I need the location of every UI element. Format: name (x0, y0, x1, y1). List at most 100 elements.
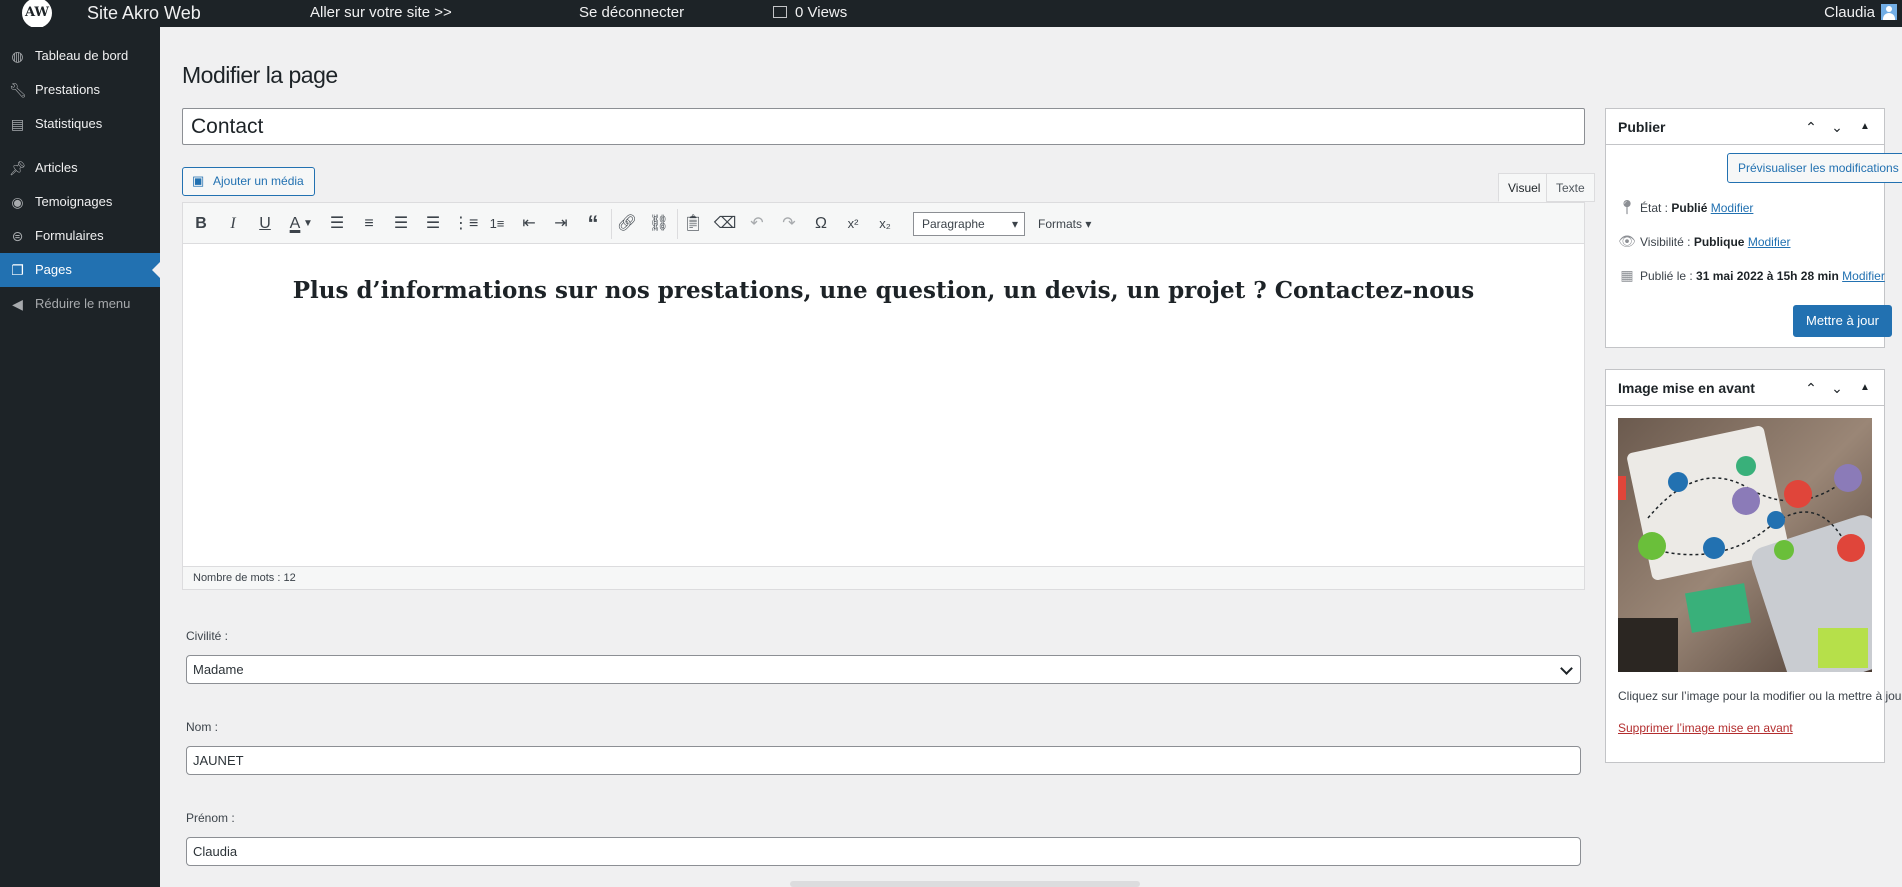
prenom-input[interactable]: Claudia (186, 837, 1581, 866)
views-icon (773, 6, 787, 18)
redo-icon[interactable]: ↷ (777, 213, 801, 235)
add-media-button[interactable]: ▣ Ajouter un média (182, 167, 315, 196)
views-label: 0 Views (795, 4, 848, 21)
align-center-icon[interactable]: ≡ (357, 213, 381, 235)
featured-image-box: Image mise en avant ⌃ ⌄ ▲ Cliquez sur l’… (1605, 369, 1902, 763)
publish-box-header: Publier ⌃ ⌄ ▲ (1606, 109, 1884, 145)
tab-visual[interactable]: Visuel (1498, 173, 1551, 202)
remove-featured-image-link[interactable]: Supprimer l’image mise en avant (1618, 721, 1793, 735)
subscript-icon[interactable]: x₂ (873, 213, 897, 235)
horizontal-scrollbar[interactable] (790, 881, 1140, 887)
move-down-icon[interactable]: ⌄ (1828, 118, 1846, 136)
sidebar-item-formulaires[interactable]: ⊜ Formulaires (0, 219, 160, 253)
sidebar-item-pages[interactable]: ❐ Pages (0, 253, 160, 287)
nom-input[interactable]: JAUNET (186, 746, 1581, 775)
collapse-icon: ◀ (12, 296, 23, 312)
sidebar-item-label: Formulaires (35, 228, 104, 243)
superscript-icon[interactable]: x² (841, 213, 865, 235)
toggle-panel-icon[interactable]: ▲ (1856, 118, 1874, 136)
sidebar-item-label: Prestations (35, 82, 101, 97)
visibility-row: 👁︎ Visibilité : Publique Modifier (1618, 233, 1791, 250)
publish-box-title: Publier (1618, 119, 1666, 135)
page-title: Modifier la page (182, 62, 338, 88)
toggle-panel-icon[interactable]: ▲ (1856, 379, 1874, 397)
sidebar-item-label: Réduire le menu (35, 296, 131, 311)
status-label: État : (1640, 201, 1672, 215)
align-right-icon[interactable]: ☰ (389, 213, 413, 235)
editor-content-area[interactable]: Plus d’informations sur nos prestations,… (183, 245, 1584, 545)
site-logo-icon[interactable]: AW (20, 0, 54, 30)
move-down-icon[interactable]: ⌄ (1828, 379, 1846, 397)
featured-image-thumbnail[interactable] (1618, 418, 1872, 672)
justify-icon[interactable]: ☰ (421, 213, 445, 235)
nom-label: Nom : (186, 720, 219, 734)
sidebar-item-label: Pages (35, 262, 72, 277)
featured-image-header: Image mise en avant ⌃ ⌄ ▲ (1606, 370, 1884, 406)
logout-link[interactable]: Se déconnecter (579, 0, 684, 27)
link-icon[interactable]: 🔗︎ (615, 213, 639, 235)
move-up-icon[interactable]: ⌃ (1802, 379, 1820, 397)
word-count: Nombre de mots : 12 (183, 566, 1584, 589)
user-menu[interactable]: Claudia (1824, 0, 1897, 27)
clear-formatting-icon[interactable]: ⌫ (713, 213, 737, 235)
avatar-icon (1881, 4, 1897, 20)
bold-icon[interactable]: B (189, 213, 213, 235)
content-editor: B I U A ▼ ☰ ≡ ☰ ☰ ⋮≡ 1≡ ⇤ ⇥ “ 🔗︎ ⛓︎ 📋︎ ⌫… (182, 202, 1585, 590)
eye-icon: 👁︎ (1618, 233, 1636, 249)
views-counter[interactable]: 0 Views (773, 0, 847, 27)
add-media-label: Ajouter un média (213, 174, 304, 188)
collapse-menu-button[interactable]: ◀ Réduire le menu (0, 287, 160, 321)
pages-icon: ❐ (11, 262, 24, 278)
pin-icon: 📌︎ (9, 160, 27, 176)
published-date-row: ▦ Publié le : 31 mai 2022 à 15h 28 min Mo… (1618, 267, 1885, 284)
text-color-dropdown-icon[interactable]: ▼ (301, 213, 315, 235)
tab-text[interactable]: Texte (1546, 173, 1595, 202)
formats-menu[interactable]: Formats ▾ (1038, 213, 1091, 235)
civilite-select[interactable]: Madame (186, 655, 1581, 684)
sidebar-item-label: Articles (35, 160, 78, 175)
site-name-link[interactable]: Site Akro Web (87, 0, 201, 27)
preview-changes-button[interactable]: Prévisualiser les modifications (1727, 153, 1902, 183)
visit-site-link[interactable]: Aller sur votre site >> (310, 0, 452, 27)
published-value: 31 mai 2022 à 15h 28 min (1696, 269, 1839, 283)
blockquote-icon[interactable]: “ (581, 213, 605, 235)
sidebar-item-label: Tableau de bord (35, 48, 129, 63)
special-character-icon[interactable]: Ω (809, 213, 833, 235)
edit-status-link[interactable]: Modifier (1711, 201, 1754, 215)
outdent-icon[interactable]: ⇤ (517, 213, 541, 235)
sidebar-item-label: Temoignages (35, 194, 113, 209)
publish-box: Publier ⌃ ⌄ ▲ Prévisualiser les modifica… (1605, 108, 1902, 348)
update-button[interactable]: Mettre à jour (1793, 305, 1892, 337)
sidebar-item-articles[interactable]: 📌︎ Articles (0, 151, 160, 185)
indent-icon[interactable]: ⇥ (549, 213, 573, 235)
admin-bar: AW Site Akro Web Aller sur votre site >>… (0, 0, 1902, 30)
underline-icon[interactable]: U (253, 213, 277, 235)
paragraph-format-select[interactable]: Paragraphe (913, 212, 1025, 236)
sidebar-item-statistiques[interactable]: ▤ Statistiques (0, 107, 160, 141)
italic-icon[interactable]: I (221, 213, 245, 235)
unlink-icon[interactable]: ⛓︎ (647, 213, 671, 235)
paste-text-icon[interactable]: 📋︎ (681, 213, 705, 235)
move-up-icon[interactable]: ⌃ (1802, 118, 1820, 136)
featured-image-note: Cliquez sur l’image pour la modifier ou … (1618, 689, 1902, 703)
prenom-label: Prénom : (186, 811, 235, 825)
testimonial-icon: ◉ (11, 194, 24, 210)
featured-image-illustration (1618, 418, 1872, 672)
align-left-icon[interactable]: ☰ (325, 213, 349, 235)
featured-image-title: Image mise en avant (1618, 380, 1755, 396)
admin-sidebar: ◍ Tableau de bord 🔧︎ Prestations ▤ Statisti… (0, 27, 160, 887)
sidebar-item-temoignages[interactable]: ◉ Temoignages (0, 185, 160, 219)
post-title-input[interactable] (182, 108, 1585, 145)
bullet-list-icon[interactable]: ⋮≡ (453, 213, 478, 235)
edit-date-link[interactable]: Modifier (1842, 269, 1885, 283)
civilite-label: Civilité : (186, 629, 229, 643)
edit-visibility-link[interactable]: Modifier (1748, 235, 1791, 249)
calendar-icon: ▦ (1620, 267, 1634, 283)
form-icon: ⊜ (11, 228, 24, 244)
sidebar-item-dashboard[interactable]: ◍ Tableau de bord (0, 39, 160, 73)
pin-icon: 📍︎ (1618, 199, 1636, 215)
editor-toolbar: B I U A ▼ ☰ ≡ ☰ ☰ ⋮≡ 1≡ ⇤ ⇥ “ 🔗︎ ⛓︎ 📋︎ ⌫… (183, 203, 1584, 244)
sidebar-item-prestations[interactable]: 🔧︎ Prestations (0, 73, 160, 107)
undo-icon[interactable]: ↶ (745, 213, 769, 235)
numbered-list-icon[interactable]: 1≡ (485, 213, 509, 235)
